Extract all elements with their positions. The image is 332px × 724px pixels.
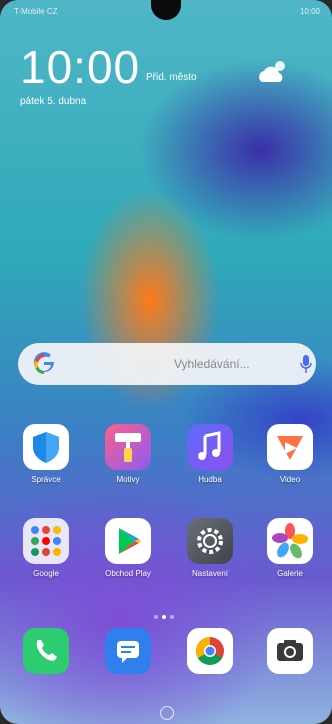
microphone-icon[interactable] (300, 354, 312, 374)
video-play-icon (267, 424, 313, 470)
clock-widget-time[interactable]: 10:00 (20, 44, 140, 90)
status-bar: T-Mobile CZ 10:00 (14, 4, 320, 18)
app-label: Nastavení (191, 569, 229, 578)
messages-icon (105, 628, 151, 674)
app-galerie[interactable]: Galerie (262, 518, 318, 578)
play-store-icon (105, 518, 151, 564)
app-label: Správce (31, 475, 61, 484)
app-obchod-play[interactable]: Obchod Play (100, 518, 156, 578)
dock-camera[interactable] (262, 628, 318, 674)
gallery-flower-icon (267, 518, 313, 564)
home-screen: T-Mobile CZ 10:00 10:00 Přid. město páte… (0, 0, 332, 724)
app-label: Video (279, 475, 301, 484)
page-dot (170, 615, 174, 619)
google-g-icon (34, 352, 55, 374)
page-dot (154, 615, 158, 619)
app-label: Galerie (277, 569, 303, 578)
carrier-label: T-Mobile CZ (14, 7, 58, 16)
weather-cloud-icon[interactable] (254, 58, 290, 86)
music-note-icon (187, 424, 233, 470)
dock-phone[interactable] (18, 628, 74, 674)
camera-icon (267, 628, 313, 674)
dock-chrome[interactable] (182, 628, 238, 674)
app-nastaveni[interactable]: Nastavení (182, 518, 238, 578)
page-indicator (152, 606, 176, 624)
search-placeholder: Vyhledávání... (174, 357, 250, 371)
clock-widget-date: pátek 5. dubna (20, 96, 87, 107)
dock-messages[interactable] (100, 628, 156, 674)
app-label: Google (33, 569, 59, 578)
chrome-icon (187, 628, 233, 674)
app-spravce[interactable]: Správce (18, 424, 74, 484)
app-google-folder[interactable]: Google (18, 518, 74, 578)
settings-gear-icon (187, 518, 233, 564)
app-label: Obchod Play (105, 569, 151, 578)
app-hudba[interactable]: Hudba (182, 424, 238, 484)
navigation-bar (0, 700, 332, 724)
phone-icon (23, 628, 69, 674)
google-search-bar[interactable]: Vyhledávání... (18, 343, 316, 385)
app-label: Hudba (198, 475, 222, 484)
app-motivy[interactable]: Motivy (100, 424, 156, 484)
clock-widget-city[interactable]: Přid. město (146, 72, 197, 83)
shield-icon (23, 424, 69, 470)
app-label: Motivy (116, 475, 140, 484)
status-time: 10:00 (299, 7, 320, 16)
page-dot-active (162, 615, 166, 619)
app-video[interactable]: Video (262, 424, 318, 484)
paint-roller-icon (105, 424, 151, 470)
home-button[interactable] (160, 706, 174, 720)
google-folder-icon (23, 518, 69, 564)
